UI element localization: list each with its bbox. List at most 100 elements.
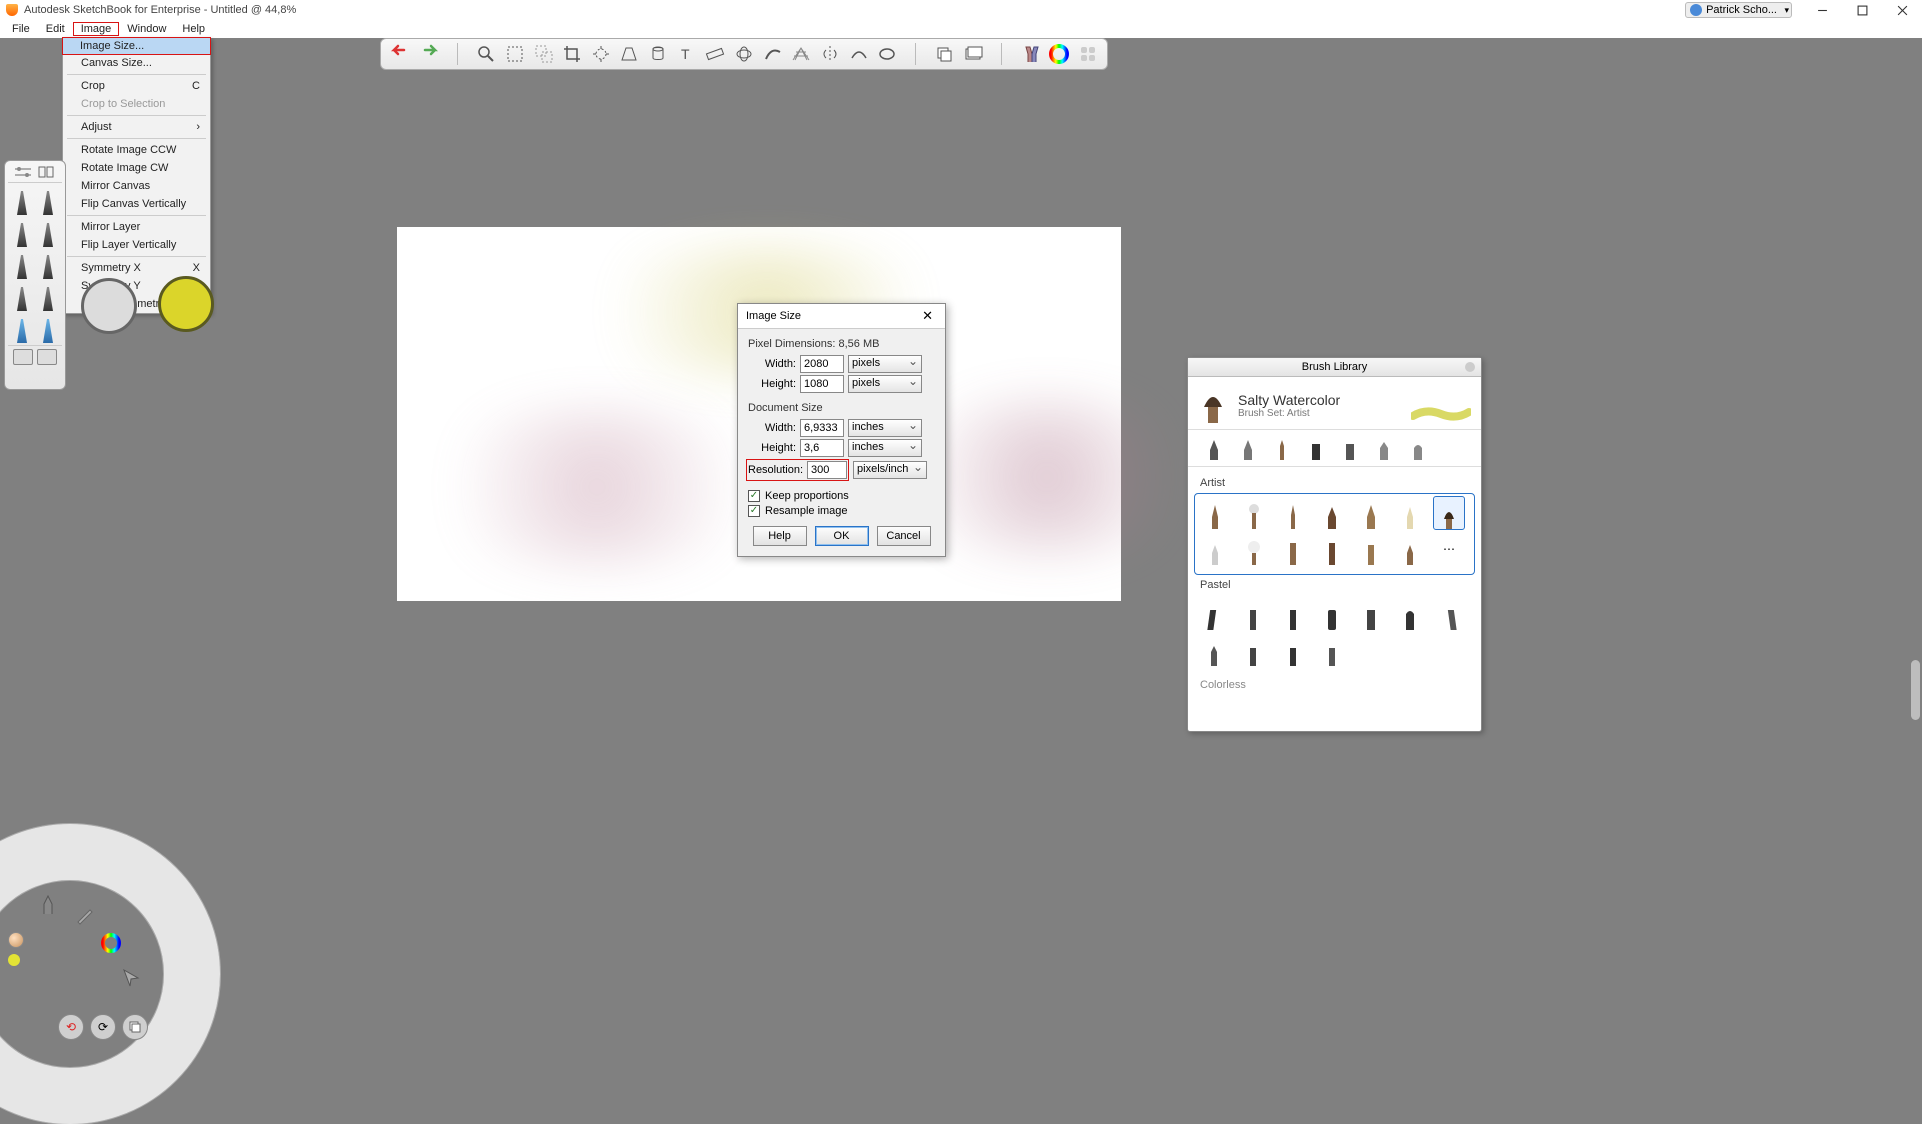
brush-slot[interactable] bbox=[11, 217, 33, 247]
brush-item[interactable] bbox=[1316, 496, 1348, 530]
menu-window[interactable]: Window bbox=[119, 22, 174, 36]
library-icon[interactable] bbox=[37, 165, 57, 179]
menu-adjust[interactable]: Adjust› bbox=[63, 118, 210, 136]
brush-library-title[interactable]: Brush Library bbox=[1188, 358, 1481, 377]
brush-item[interactable] bbox=[1198, 633, 1230, 667]
transform-tool[interactable] bbox=[587, 41, 614, 67]
height-px-input[interactable] bbox=[800, 375, 844, 393]
dialog-close-button[interactable]: ✕ bbox=[918, 308, 937, 324]
brush-item[interactable] bbox=[1277, 633, 1309, 667]
cancel-button[interactable]: Cancel bbox=[877, 526, 931, 546]
brush-item[interactable] bbox=[1199, 532, 1231, 566]
fill-tool[interactable] bbox=[645, 41, 672, 67]
expand-icon[interactable] bbox=[37, 349, 57, 365]
resolution-input[interactable] bbox=[807, 461, 847, 479]
menu-flip-layer[interactable]: Flip Layer Vertically bbox=[63, 236, 210, 254]
brush-item[interactable] bbox=[1237, 597, 1269, 631]
category-tab[interactable] bbox=[1304, 436, 1328, 460]
brush-item[interactable] bbox=[1237, 633, 1269, 667]
brush-slot[interactable] bbox=[37, 185, 59, 215]
lagoon-brush-icon[interactable] bbox=[36, 892, 62, 918]
height-in-input[interactable] bbox=[800, 439, 844, 457]
brush-item[interactable] bbox=[1238, 532, 1270, 566]
resolution-unit-select[interactable]: pixels/inch bbox=[853, 461, 927, 479]
undo-button[interactable] bbox=[387, 41, 414, 67]
brush-item[interactable] bbox=[1277, 597, 1309, 631]
crop-tool[interactable] bbox=[559, 41, 586, 67]
menu-file[interactable]: File bbox=[4, 22, 38, 36]
brush-slot[interactable] bbox=[11, 185, 33, 215]
brush-item[interactable] bbox=[1355, 532, 1387, 566]
pin-icon[interactable] bbox=[13, 349, 33, 365]
menu-crop[interactable]: CropC bbox=[63, 77, 210, 95]
menu-mirror-canvas[interactable]: Mirror Canvas bbox=[63, 177, 210, 195]
brush-item[interactable] bbox=[1316, 633, 1348, 667]
lagoon-avatar-icon[interactable] bbox=[8, 932, 24, 948]
width-px-unit-select[interactable]: pixels bbox=[848, 355, 922, 373]
perspective-grid-tool[interactable] bbox=[788, 41, 815, 67]
lagoon-cursor-icon[interactable] bbox=[118, 964, 144, 990]
brush-item[interactable] bbox=[1355, 597, 1387, 631]
redo-button[interactable] bbox=[416, 41, 443, 67]
menu-symmetry-x[interactable]: Symmetry XX bbox=[63, 259, 210, 277]
category-tab[interactable] bbox=[1236, 436, 1260, 460]
brush-item[interactable] bbox=[1199, 496, 1231, 530]
category-tab[interactable] bbox=[1406, 436, 1430, 460]
menu-rotate-cw[interactable]: Rotate Image CW bbox=[63, 159, 210, 177]
zoom-tool[interactable] bbox=[473, 41, 500, 67]
brush-item-selected[interactable] bbox=[1433, 496, 1465, 530]
height-px-unit-select[interactable]: pixels bbox=[848, 375, 922, 393]
menu-canvas-size[interactable]: Canvas Size... bbox=[63, 54, 210, 72]
copic-tool[interactable] bbox=[1074, 41, 1101, 67]
menu-rotate-ccw[interactable]: Rotate Image CCW bbox=[63, 141, 210, 159]
lagoon-layers-icon[interactable] bbox=[122, 1014, 148, 1040]
brush-item[interactable] bbox=[1394, 532, 1426, 566]
category-tab[interactable] bbox=[1372, 436, 1396, 460]
steady-stroke-tool[interactable] bbox=[845, 41, 872, 67]
maximize-button[interactable] bbox=[1842, 0, 1882, 20]
sliders-icon[interactable] bbox=[13, 165, 33, 179]
ellipse-guide-tool[interactable] bbox=[731, 41, 758, 67]
text-tool[interactable]: T bbox=[673, 41, 700, 67]
color-wheel-tool[interactable] bbox=[1046, 41, 1073, 67]
menu-flip-canvas[interactable]: Flip Canvas Vertically bbox=[63, 195, 210, 213]
selection-add-tool[interactable] bbox=[530, 41, 557, 67]
brush-item[interactable] bbox=[1316, 532, 1348, 566]
brush-slot[interactable] bbox=[11, 281, 33, 311]
category-tab[interactable] bbox=[1338, 436, 1362, 460]
width-px-input[interactable] bbox=[800, 355, 844, 373]
panel-menu-icon[interactable] bbox=[1465, 362, 1475, 372]
menu-help[interactable]: Help bbox=[174, 22, 213, 36]
lagoon-undo-icon[interactable]: ⟲ bbox=[58, 1014, 84, 1040]
lagoon-tool-icon[interactable] bbox=[72, 902, 98, 928]
width-in-unit-select[interactable]: inches bbox=[848, 419, 922, 437]
flipbook-tool[interactable] bbox=[960, 41, 987, 67]
close-button[interactable] bbox=[1882, 0, 1922, 20]
brush-item[interactable] bbox=[1434, 597, 1466, 631]
category-tab[interactable] bbox=[1202, 436, 1226, 460]
brush-slot[interactable] bbox=[37, 249, 59, 279]
brush-options-icon[interactable]: ⋯ bbox=[1433, 532, 1465, 566]
brush-tool[interactable] bbox=[1017, 41, 1044, 67]
brush-item[interactable] bbox=[1198, 597, 1230, 631]
lagoon-color-icon[interactable] bbox=[98, 930, 124, 956]
minimize-button[interactable] bbox=[1802, 0, 1842, 20]
scrollbar[interactable] bbox=[1911, 360, 1920, 730]
brush-slot[interactable] bbox=[37, 217, 59, 247]
curve-guide-tool[interactable] bbox=[759, 41, 786, 67]
brush-item[interactable] bbox=[1277, 532, 1309, 566]
brush-item[interactable] bbox=[1316, 597, 1348, 631]
selection-rect-tool[interactable] bbox=[502, 41, 529, 67]
brush-item[interactable] bbox=[1394, 496, 1426, 530]
category-tab[interactable] bbox=[1270, 436, 1294, 460]
height-in-unit-select[interactable]: inches bbox=[848, 439, 922, 457]
menu-image-size[interactable]: Image Size... bbox=[62, 37, 211, 55]
brush-item[interactable] bbox=[1277, 496, 1309, 530]
menu-mirror-layer[interactable]: Mirror Layer bbox=[63, 218, 210, 236]
color-puck-1[interactable] bbox=[81, 278, 137, 334]
user-account-button[interactable]: Patrick Scho... bbox=[1685, 2, 1792, 18]
brush-slot[interactable] bbox=[37, 313, 59, 343]
shape-ellipse-tool[interactable] bbox=[874, 41, 901, 67]
layers-tool[interactable] bbox=[931, 41, 958, 67]
perspective-tool[interactable] bbox=[616, 41, 643, 67]
